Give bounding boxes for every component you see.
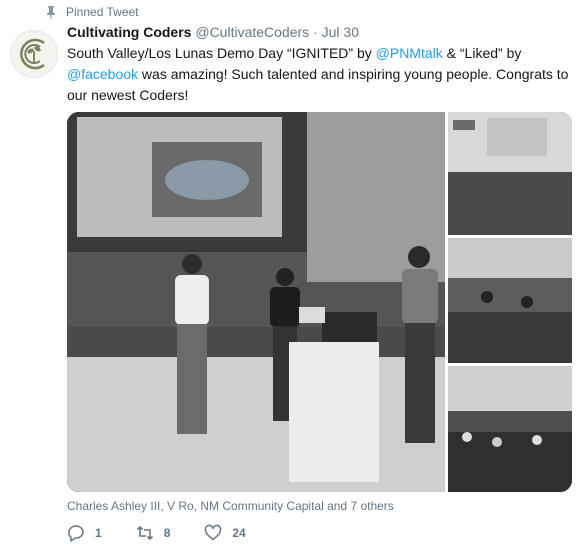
thumbnail-photo-1[interactable] bbox=[448, 112, 572, 235]
author-name[interactable]: Cultivating Coders bbox=[67, 24, 191, 40]
pinned-tweet-indicator: Pinned Tweet bbox=[44, 5, 139, 19]
tweet-text-part2: & “Liked” by bbox=[442, 45, 522, 61]
like-button[interactable]: 24 bbox=[204, 524, 246, 542]
tweet-text-part1: South Valley/Los Lunas Demo Day “IGNITED… bbox=[67, 45, 376, 61]
tweet-date[interactable]: Jul 30 bbox=[322, 24, 359, 40]
separator-dot: · bbox=[313, 24, 318, 40]
retweet-button[interactable]: 8 bbox=[136, 524, 171, 542]
thumbnail-photo-3[interactable] bbox=[448, 366, 572, 492]
reply-count: 1 bbox=[95, 526, 102, 540]
pinned-label: Pinned Tweet bbox=[66, 5, 139, 19]
author-handle[interactable]: @CultivateCoders bbox=[195, 24, 309, 40]
avatar[interactable] bbox=[10, 30, 58, 78]
cultivating-coders-logo-icon bbox=[20, 38, 45, 70]
reply-icon bbox=[68, 525, 84, 542]
retweet-count: 8 bbox=[163, 526, 171, 540]
like-count: 24 bbox=[232, 526, 246, 540]
tweet-text-part3: was amazing! Such talented and inspiring… bbox=[67, 66, 569, 103]
pin-icon bbox=[47, 6, 55, 19]
mention-facebook-link[interactable]: @facebook bbox=[67, 66, 138, 82]
heart-icon bbox=[205, 524, 222, 541]
tweet-actions: 1 8 24 bbox=[67, 524, 280, 542]
liked-by-line[interactable]: Charles Ashley III, V Ro, NM Community C… bbox=[67, 499, 394, 513]
tweet-text: South Valley/Los Lunas Demo Day “IGNITED… bbox=[67, 43, 577, 106]
retweet-icon bbox=[136, 525, 153, 541]
mention-pnmtalk-link[interactable]: @PNMtalk bbox=[376, 45, 443, 61]
thumbnail-photo-2[interactable] bbox=[448, 238, 572, 363]
reply-button[interactable]: 1 bbox=[67, 524, 102, 542]
tweet-media-grid[interactable] bbox=[67, 112, 572, 492]
tweet-header: Cultivating Coders @CultivateCoders · Ju… bbox=[67, 24, 359, 40]
main-photo[interactable] bbox=[67, 112, 445, 492]
